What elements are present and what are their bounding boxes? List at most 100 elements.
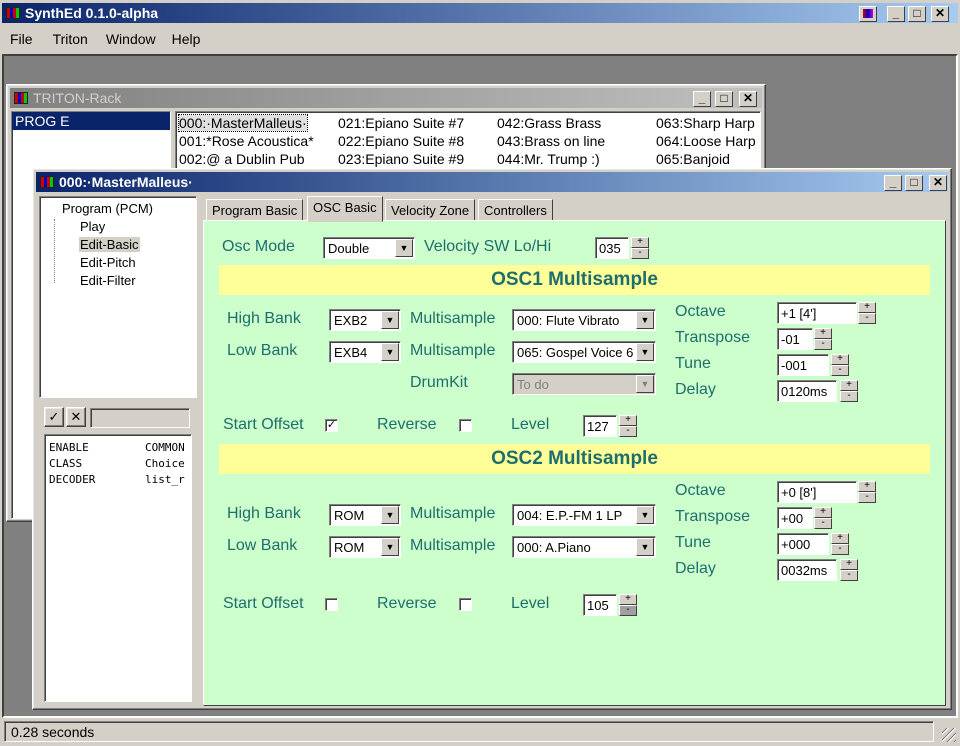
program-item[interactable]: 063:Sharp Harp (656, 115, 755, 131)
chevron-down-icon[interactable]: ▼ (381, 311, 399, 329)
editor-maximize-button[interactable]: □ (905, 175, 923, 191)
program-item-selected[interactable]: 000:·MasterMalleus· (178, 114, 308, 132)
menu-triton[interactable]: Triton (41, 31, 96, 47)
editor-minimize-button[interactable]: _ (884, 175, 902, 191)
osc2-octave-spinner[interactable]: + - (858, 481, 876, 503)
osc2-tune-field[interactable]: +000 (777, 533, 829, 555)
program-item[interactable]: 044:Mr. Trump :) (497, 151, 600, 167)
program-item[interactable]: 042:Grass Brass (497, 115, 601, 131)
spin-down-icon[interactable]: - (619, 426, 637, 437)
tab-program-basic[interactable]: Program Basic (206, 199, 304, 221)
spin-down-icon[interactable]: - (840, 570, 858, 581)
osc1-transpose-field[interactable]: -01 (777, 328, 813, 350)
spin-down-icon[interactable]: - (814, 518, 832, 529)
osc1-low-bank-select[interactable]: EXB4 ▼ (329, 341, 401, 363)
spin-down-icon[interactable]: - (858, 313, 876, 324)
osc1-start-offset-checkbox[interactable]: ✓ (325, 419, 338, 432)
osc1-octave-field[interactable]: +1 [4'] (777, 302, 857, 324)
osc1-tune-field[interactable]: -001 (777, 354, 829, 376)
program-item[interactable]: 064:Loose Harp (656, 133, 756, 149)
menu-help[interactable]: Help (164, 31, 209, 47)
program-item[interactable]: 022:Epiano Suite #8 (338, 133, 464, 149)
tree-item-edit-pitch[interactable]: Edit-Pitch (80, 255, 136, 270)
osc1-level-spinner[interactable]: + - (619, 415, 637, 437)
osc1-level-field[interactable]: 127 (583, 415, 617, 437)
chevron-down-icon[interactable]: ▼ (381, 538, 399, 556)
tree-view[interactable]: Program (PCM) Play Edit-Basic Edit-Pitch… (39, 196, 197, 398)
program-item[interactable]: 021:Epiano Suite #7 (338, 115, 464, 131)
chevron-down-icon[interactable]: ▼ (636, 506, 654, 524)
osc1-transpose-spinner[interactable]: + - (814, 328, 832, 350)
accept-button[interactable]: ✓ (44, 407, 64, 427)
program-item[interactable]: 065:Banjoid (656, 151, 730, 167)
chevron-down-icon[interactable]: ▼ (381, 506, 399, 524)
velocity-sw-spinner[interactable]: + - (631, 237, 649, 259)
chevron-down-icon[interactable]: ▼ (381, 343, 399, 361)
menu-window[interactable]: Window (96, 31, 164, 47)
osc-mode-select[interactable]: Double ▼ (323, 237, 415, 259)
rack-minimize-button[interactable]: _ (693, 91, 711, 107)
osc2-start-offset-checkbox[interactable] (325, 598, 338, 611)
tree-item-edit-basic[interactable]: Edit-Basic (79, 237, 140, 252)
osc2-high-bank-select[interactable]: ROM ▼ (329, 504, 401, 526)
program-item[interactable]: 023:Epiano Suite #9 (338, 151, 464, 167)
spin-down-icon[interactable]: - (814, 339, 832, 350)
program-list[interactable]: 000:·MasterMalleus· 021:Epiano Suite #7 … (175, 111, 761, 171)
osc2-transpose-field[interactable]: +00 (777, 507, 813, 529)
osc1-delay-spinner[interactable]: + - (840, 380, 858, 402)
velocity-sw-field[interactable]: 035 (595, 237, 629, 259)
osc2-start-offset-label: Start Offset (223, 595, 304, 612)
osc1-ms-low-select[interactable]: 065: Gospel Voice 6 ▼ (512, 341, 656, 363)
spin-down-icon[interactable]: - (831, 365, 849, 376)
spin-down-icon[interactable]: - (631, 248, 649, 259)
osc2-octave-field[interactable]: +0 [8'] (777, 481, 857, 503)
osc2-low-bank-select[interactable]: ROM ▼ (329, 536, 401, 558)
maximize-button[interactable]: □ (908, 6, 926, 22)
osc2-transpose-spinner[interactable]: + - (814, 507, 832, 529)
rack-close-button[interactable]: ✕ (739, 91, 757, 107)
property-value-field[interactable] (90, 408, 190, 428)
props-list[interactable]: ENABLE COMMON CLASS Choice DECODER list_… (44, 434, 192, 702)
close-button[interactable]: ✕ (931, 6, 949, 22)
osc2-ms-high-select[interactable]: 004: E.P.-FM 1 LP ▼ (512, 504, 656, 526)
osc2-tune-spinner[interactable]: + - (831, 533, 849, 555)
osc2-reverse-checkbox[interactable] (459, 598, 472, 611)
osc1-high-bank-select[interactable]: EXB2 ▼ (329, 309, 401, 331)
program-item[interactable]: 043:Brass on line (497, 133, 605, 149)
osc2-level-spinner[interactable]: + - (619, 594, 637, 616)
osc2-level-field[interactable]: 105 (583, 594, 617, 616)
spin-down-icon[interactable]: - (858, 492, 876, 503)
chevron-down-icon[interactable]: ▼ (636, 343, 654, 361)
app-icon-button[interactable] (859, 6, 877, 22)
spin-down-icon[interactable]: - (831, 544, 849, 555)
osc1-octave-spinner[interactable]: + - (858, 302, 876, 324)
osc1-tune-spinner[interactable]: + - (831, 354, 849, 376)
program-item[interactable]: 001:*Rose Acoustica* (179, 133, 314, 149)
minimize-button[interactable]: _ (887, 6, 905, 22)
editor-close-button[interactable]: ✕ (929, 175, 947, 191)
osc2-delay-spinner[interactable]: + - (840, 559, 858, 581)
osc1-ms-high-select[interactable]: 000: Flute Vibrato ▼ (512, 309, 656, 331)
program-item[interactable]: 002:@ a Dublin Pub (179, 151, 305, 167)
chevron-down-icon[interactable]: ▼ (636, 538, 654, 556)
osc1-delay-field[interactable]: 0120ms (777, 380, 837, 402)
tab-velocity-zone[interactable]: Velocity Zone (385, 199, 476, 221)
chevron-down-icon[interactable]: ▼ (636, 311, 654, 329)
spin-down-icon[interactable]: - (840, 391, 858, 402)
spin-down-icon[interactable]: - (619, 605, 637, 616)
osc2-delay-field[interactable]: 0032ms (777, 559, 837, 581)
tab-controllers[interactable]: Controllers (478, 199, 553, 221)
osc2-reverse-label: Reverse (377, 595, 437, 612)
tree-item-edit-filter[interactable]: Edit-Filter (80, 273, 136, 288)
tree-root[interactable]: Program (PCM) (62, 201, 153, 216)
tree-item-play[interactable]: Play (80, 219, 105, 234)
cancel-button[interactable]: ✕ (66, 407, 86, 427)
menu-file[interactable]: File (2, 31, 41, 47)
resize-grip-icon[interactable] (942, 728, 956, 742)
rack-maximize-button[interactable]: □ (715, 91, 733, 107)
tab-osc-basic[interactable]: OSC Basic (307, 196, 383, 222)
chevron-down-icon[interactable]: ▼ (395, 239, 413, 257)
osc1-reverse-checkbox[interactable] (459, 419, 472, 432)
osc2-ms-low-select[interactable]: 000: A.Piano ▼ (512, 536, 656, 558)
bank-item-selected[interactable]: PROG E (12, 112, 170, 130)
